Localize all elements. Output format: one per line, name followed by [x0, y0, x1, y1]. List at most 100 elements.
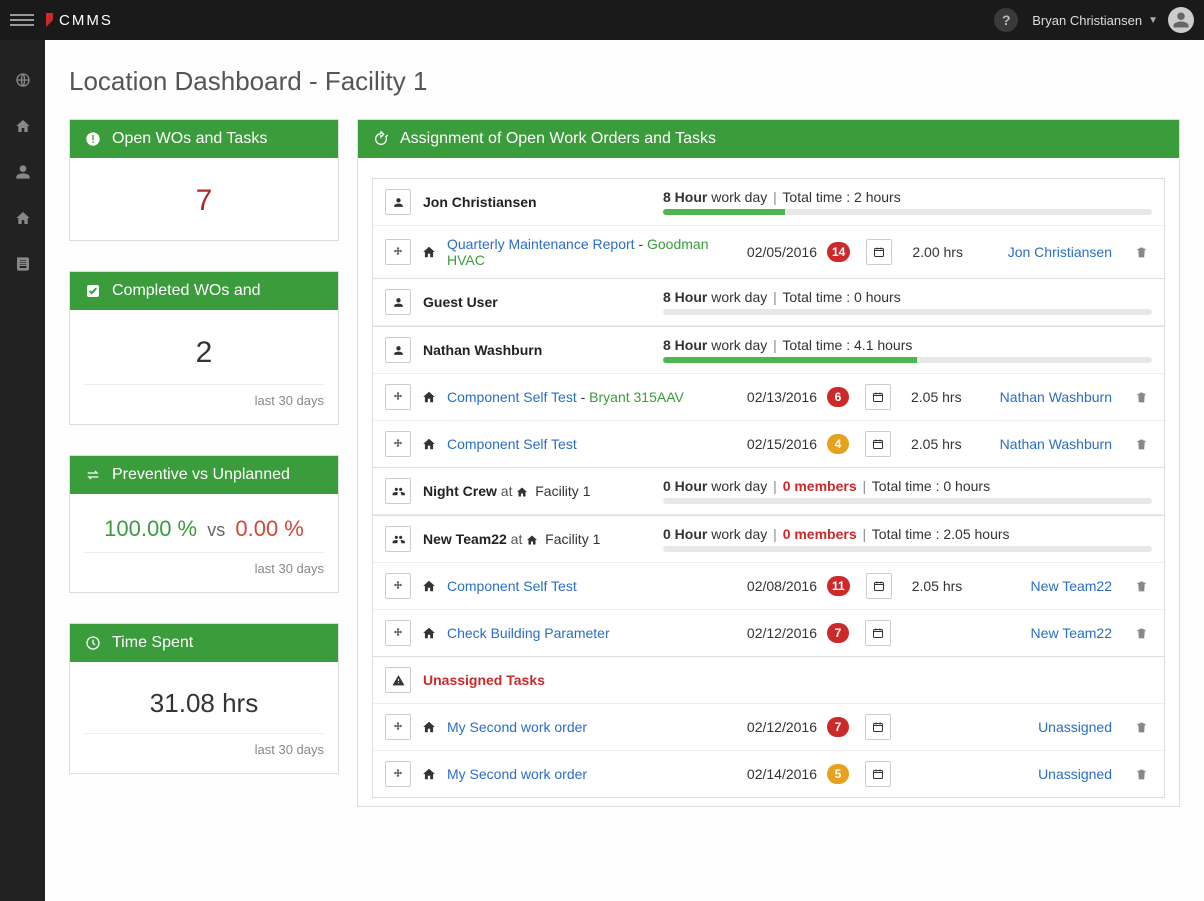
- group-meta: 8 Hour work day | Total time : 2 hours: [663, 189, 1152, 215]
- days-badge: 11: [827, 576, 850, 596]
- assignee-link[interactable]: New Team22: [1031, 625, 1112, 641]
- drag-handle-icon[interactable]: [385, 431, 411, 457]
- task-row: Component Self Test 02/08/2016 11 2.05 hrs N…: [373, 563, 1164, 610]
- assignment-group: Guest User8 Hour work day | Total time :…: [372, 279, 1165, 327]
- task-title: My Second work order: [447, 719, 717, 735]
- page-title: Location Dashboard - Facility 1: [69, 66, 1180, 97]
- task-hours: 2.05 hrs: [912, 578, 982, 594]
- assignee-link[interactable]: Nathan Washburn: [1000, 389, 1112, 405]
- group-name: New Team22 at Facility 1: [423, 531, 663, 547]
- home-icon: [421, 720, 437, 734]
- drag-handle-icon[interactable]: [385, 714, 411, 740]
- calendar-button[interactable]: [865, 620, 891, 646]
- task-title: Check Building Parameter: [447, 625, 717, 641]
- help-icon[interactable]: ?: [994, 8, 1018, 32]
- completed-wos-value: 2: [84, 326, 324, 376]
- drag-handle-icon[interactable]: [385, 384, 411, 410]
- task-date: 02/15/2016: [727, 436, 817, 452]
- calendar-button[interactable]: [865, 431, 891, 457]
- nav-home-icon[interactable]: [13, 116, 33, 136]
- task-date: 02/08/2016: [727, 578, 817, 594]
- drag-handle-icon[interactable]: [385, 761, 411, 787]
- drag-handle-icon[interactable]: [385, 573, 411, 599]
- task-title: Component Self Test: [447, 578, 717, 594]
- menu-toggle-icon[interactable]: [10, 14, 34, 26]
- task-link[interactable]: Component Self Test: [447, 389, 577, 405]
- assignment-group: Jon Christiansen 8 Hour work day | Total …: [372, 178, 1165, 279]
- avatar-icon: [1168, 7, 1194, 33]
- days-badge: 5: [827, 764, 849, 784]
- task-link[interactable]: My Second work order: [447, 719, 587, 735]
- assignee-link[interactable]: New Team22: [1031, 578, 1112, 594]
- task-row: Component Self Test02/15/201642.05 hrsNa…: [373, 421, 1164, 467]
- group-name: Nathan Washburn: [423, 342, 663, 358]
- task-row: Quarterly Maintenance Report - Goodman H…: [373, 226, 1164, 278]
- app-logo: CMMS: [46, 12, 113, 29]
- task-link[interactable]: My Second work order: [447, 766, 587, 782]
- task-assignee: New Team22: [991, 625, 1112, 641]
- delete-button[interactable]: [1130, 763, 1152, 785]
- user-menu[interactable]: Bryan Christiansen ▼: [1032, 7, 1194, 33]
- drag-handle-icon[interactable]: [385, 239, 411, 265]
- task-hours: 2.05 hrs: [911, 436, 981, 452]
- group-header: Guest User8 Hour work day | Total time :…: [373, 279, 1164, 326]
- delete-button[interactable]: [1130, 622, 1152, 644]
- task-hours: 2.05 hrs: [911, 389, 981, 405]
- group-meta: 0 Hour work day | 0 members | Total time…: [663, 478, 1152, 504]
- calendar-button[interactable]: [865, 384, 891, 410]
- widget-open-wos: Open WOs and Tasks 7: [69, 119, 339, 241]
- delete-button[interactable]: [1130, 575, 1152, 597]
- group-meta: 0 Hour work day | 0 members | Total time…: [663, 526, 1152, 552]
- assignment-group: New Team22 at Facility 10 Hour work day …: [372, 516, 1165, 657]
- calendar-button[interactable]: [865, 714, 891, 740]
- assignment-group: Unassigned TasksMy Second work order02/1…: [372, 657, 1165, 798]
- delete-button[interactable]: [1130, 241, 1152, 263]
- pvp-preventive: 100.00 %: [104, 516, 197, 541]
- exchange-icon: [84, 466, 102, 484]
- calendar-button[interactable]: [865, 761, 891, 787]
- group-header: New Team22 at Facility 10 Hour work day …: [373, 516, 1164, 563]
- team-icon: [385, 478, 411, 504]
- user-icon: [385, 337, 411, 363]
- assignee-link[interactable]: Unassigned: [1038, 766, 1112, 782]
- group-meta: 8 Hour work day | Total time : 0 hours: [663, 289, 1152, 315]
- task-assignee: Unassigned: [991, 766, 1112, 782]
- team-icon: [385, 526, 411, 552]
- assignee-link[interactable]: Unassigned: [1038, 719, 1112, 735]
- assignment-title: Assignment of Open Work Orders and Tasks: [400, 130, 716, 148]
- assignment-group: Night Crew at Facility 10 Hour work day …: [372, 468, 1165, 516]
- task-link[interactable]: Quarterly Maintenance Report: [447, 236, 635, 252]
- nav-globe-icon[interactable]: [13, 70, 33, 90]
- group-header: Night Crew at Facility 10 Hour work day …: [373, 468, 1164, 515]
- drag-handle-icon[interactable]: [385, 620, 411, 646]
- delete-button[interactable]: [1130, 433, 1152, 455]
- task-link[interactable]: Component Self Test: [447, 578, 577, 594]
- task-hours: 2.00 hrs: [912, 244, 982, 260]
- logo-mark-icon: [46, 13, 53, 27]
- nav-home2-icon[interactable]: [13, 208, 33, 228]
- calendar-button[interactable]: [866, 239, 892, 265]
- clock-icon: [84, 634, 102, 652]
- task-date: 02/14/2016: [727, 766, 817, 782]
- delete-button[interactable]: [1130, 386, 1152, 408]
- task-link[interactable]: Check Building Parameter: [447, 625, 610, 641]
- warning-icon: [385, 667, 411, 693]
- assignee-link[interactable]: Jon Christiansen: [1008, 244, 1112, 260]
- widget-completed-wos: Completed WOs and 2 last 30 days: [69, 271, 339, 425]
- task-link[interactable]: Component Self Test: [447, 436, 577, 452]
- topbar: CMMS ? Bryan Christiansen ▼: [0, 0, 1204, 40]
- assignee-link[interactable]: Nathan Washburn: [1000, 436, 1112, 452]
- widget-assignment: Assignment of Open Work Orders and Tasks…: [357, 119, 1180, 807]
- pvp-vs: vs: [207, 520, 225, 540]
- side-nav: [0, 40, 45, 901]
- nav-book-icon[interactable]: [13, 254, 33, 274]
- task-row: Check Building Parameter02/12/20167New T…: [373, 610, 1164, 656]
- task-row: My Second work order02/12/20167Unassigne…: [373, 704, 1164, 751]
- pvp-subtext: last 30 days: [84, 552, 324, 576]
- widget-completed-title: Completed WOs and: [112, 282, 261, 300]
- calendar-button[interactable]: [866, 573, 892, 599]
- assignment-group: Nathan Washburn8 Hour work day | Total t…: [372, 327, 1165, 468]
- group-header: Jon Christiansen8 Hour work day | Total …: [373, 179, 1164, 226]
- nav-user-icon[interactable]: [13, 162, 33, 182]
- delete-button[interactable]: [1130, 716, 1152, 738]
